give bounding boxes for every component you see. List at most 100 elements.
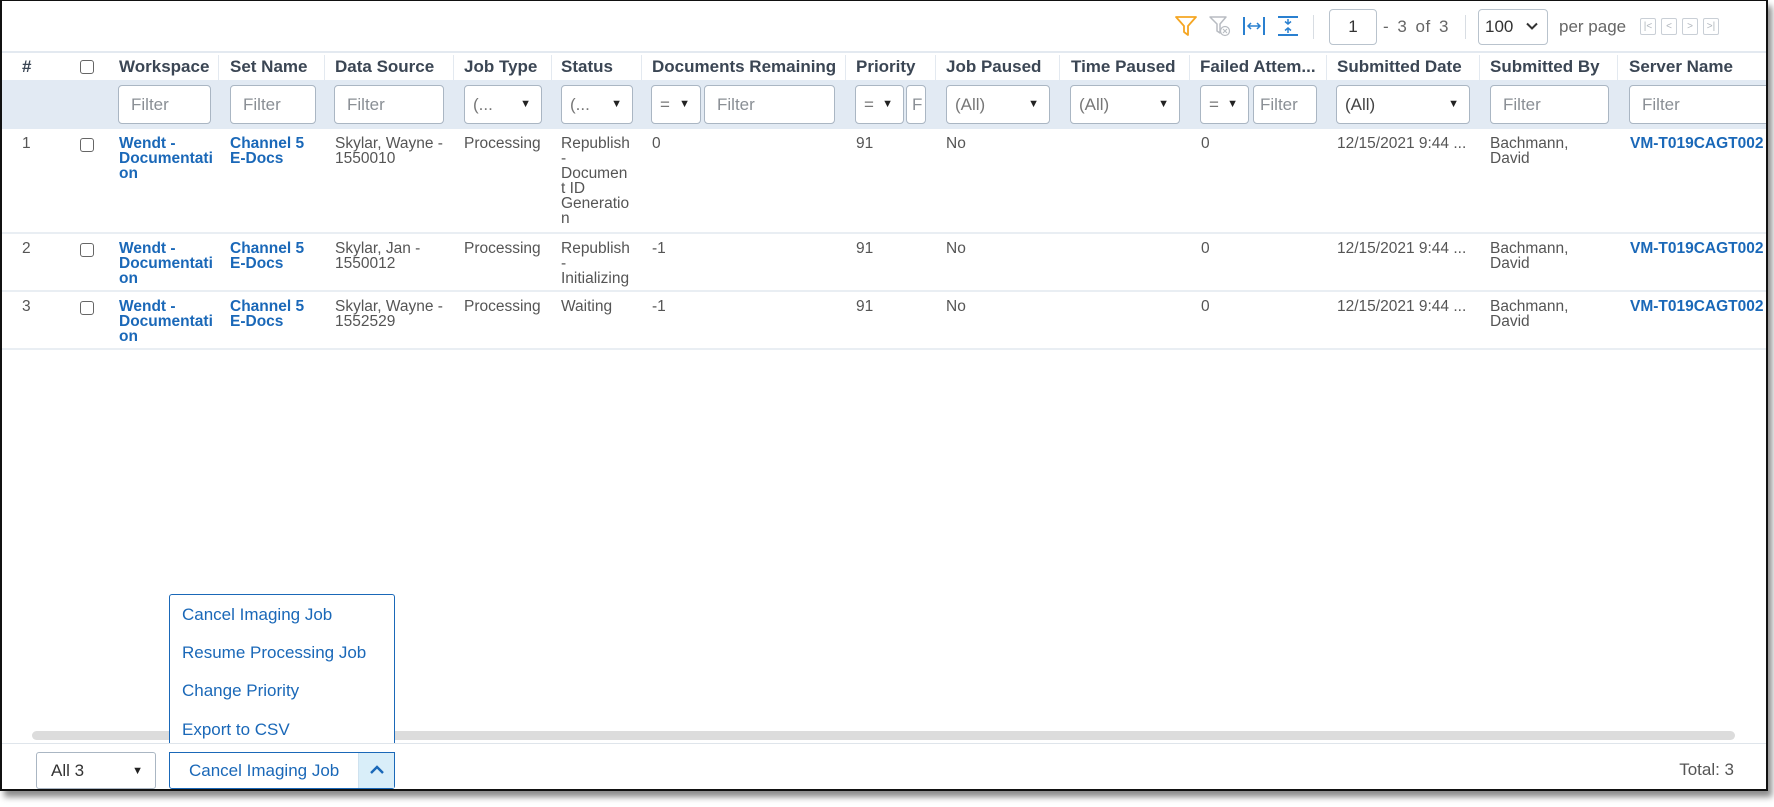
operator-value: = <box>1209 95 1219 114</box>
menu-item-resume-processing-job[interactable]: Resume Processing Job <box>182 643 366 663</box>
filter-icon[interactable] <box>1174 15 1198 37</box>
submitted-by-filter-input[interactable]: Filter <box>1490 85 1609 124</box>
cell-workspace[interactable]: Wendt - Documentati on <box>119 299 213 345</box>
job-paused-filter-select[interactable]: (All) ▼ <box>946 85 1050 124</box>
header-priority[interactable]: Priority <box>856 57 916 77</box>
cell-num: 2 <box>22 240 31 257</box>
cell-server-name[interactable]: VM-T019CAGT002 <box>1630 299 1764 315</box>
cell-job-paused: No <box>946 298 966 315</box>
table-row[interactable]: 2 Wendt - Documentati on Channel 5 E-Docs Skyl… <box>2 234 1766 292</box>
mass-action-menu: Cancel Imaging Job Resume Processing Job… <box>169 594 395 751</box>
clear-filter-icon[interactable] <box>1208 15 1232 37</box>
cell-submitted-date: 12/15/2021 9:44 ... <box>1337 240 1467 257</box>
select-all-checkbox[interactable] <box>80 60 94 74</box>
server-name-filter-input[interactable]: Filter <box>1629 85 1766 124</box>
failed-attempts-filter-input[interactable]: Filter <box>1253 85 1317 124</box>
header-divider <box>1326 55 1327 81</box>
mass-action-button[interactable]: Cancel Imaging Job <box>169 752 395 789</box>
mass-action-toggle[interactable] <box>358 753 394 788</box>
header-divider <box>1059 55 1060 81</box>
menu-item-cancel-imaging-job[interactable]: Cancel Imaging Job <box>182 605 332 625</box>
header-workspace[interactable]: Workspace <box>119 57 209 77</box>
selection-scope-value: All 3 <box>51 761 85 780</box>
documents-remaining-operator-select[interactable]: = ▼ <box>651 85 701 124</box>
table-row[interactable]: 1 Wendt - Documentati on Channel 5 E-Docs Skyl… <box>2 129 1766 234</box>
cell-set-name[interactable]: Channel 5 E-Docs <box>230 299 304 330</box>
cell-job-paused: No <box>946 240 966 257</box>
toolbar-divider <box>1465 15 1466 39</box>
next-page-button[interactable]: > <box>1682 18 1698 35</box>
last-page-icon: >| <box>1706 21 1716 32</box>
header-set-name[interactable]: Set Name <box>230 57 307 77</box>
header-divider <box>453 55 454 81</box>
priority-filter-input[interactable]: F <box>906 85 926 124</box>
page-number-input[interactable]: 1 <box>1329 9 1377 45</box>
row-checkbox[interactable] <box>80 301 94 315</box>
caret-down-icon: ▼ <box>882 98 893 110</box>
cell-submitted-date: 12/15/2021 9:44 ... <box>1337 135 1467 152</box>
fit-columns-icon[interactable] <box>1242 15 1266 37</box>
cell-submitted-by: Bachmann, David <box>1490 135 1569 167</box>
grid-toolbar: 1 - 3 of 3 100 per page |< < > >| <box>2 1 1766 51</box>
documents-remaining-filter-input[interactable]: Filter <box>704 85 835 124</box>
header-data-source[interactable]: Data Source <box>335 57 434 77</box>
header-documents-remaining[interactable]: Documents Remaining <box>652 57 836 77</box>
header-job-paused[interactable]: Job Paused <box>946 57 1041 77</box>
cell-status: Waiting <box>561 298 613 315</box>
header-job-type[interactable]: Job Type <box>464 57 537 77</box>
cell-docs-remaining: -1 <box>652 298 666 315</box>
fit-rows-icon[interactable] <box>1276 15 1300 37</box>
cell-job-type: Processing <box>464 240 541 257</box>
set-name-filter-input[interactable]: Filter <box>230 85 316 124</box>
cell-set-name[interactable]: Channel 5 E-Docs <box>230 136 304 167</box>
last-page-button[interactable]: >| <box>1703 18 1719 35</box>
cell-workspace[interactable]: Wendt - Documentati on <box>119 241 213 287</box>
cell-priority: 91 <box>856 298 874 315</box>
status-filter-select[interactable]: (... ▼ <box>561 85 633 124</box>
priority-operator-select[interactable]: = ▼ <box>855 85 904 124</box>
data-source-filter-input[interactable]: Filter <box>334 85 444 124</box>
menu-item-export-to-csv[interactable]: Export to CSV <box>182 720 290 740</box>
time-paused-filter-select[interactable]: (All) ▼ <box>1070 85 1180 124</box>
cell-server-name[interactable]: VM-T019CAGT002 <box>1630 241 1764 257</box>
header-time-paused[interactable]: Time Paused <box>1071 57 1176 77</box>
next-page-icon: > <box>1687 21 1693 32</box>
menu-item-change-priority[interactable]: Change Priority <box>182 681 299 701</box>
selection-scope-select[interactable]: All 3 ▼ <box>36 752 156 789</box>
cell-status: Republish - Documen t ID Generatio n <box>561 135 630 227</box>
caret-down-icon: ▼ <box>1028 98 1039 110</box>
header-status[interactable]: Status <box>561 57 613 77</box>
per-page-value: 100 <box>1485 17 1514 36</box>
job-type-filter-select[interactable]: (... ▼ <box>464 85 542 124</box>
cell-workspace[interactable]: Wendt - Documentati on <box>119 136 213 182</box>
header-divider <box>1479 55 1480 81</box>
cell-submitted-date: 12/15/2021 9:44 ... <box>1337 298 1467 315</box>
chevron-up-icon <box>370 765 384 774</box>
page-range-text: - 3 of 3 <box>1383 17 1449 36</box>
cell-priority: 91 <box>856 240 874 257</box>
submitted-date-filter-select[interactable]: (All) ▼ <box>1336 85 1470 124</box>
cell-submitted-by: Bachmann, David <box>1490 298 1569 330</box>
previous-page-button[interactable]: < <box>1661 18 1677 35</box>
cell-set-name[interactable]: Channel 5 E-Docs <box>230 241 304 272</box>
row-checkbox[interactable] <box>80 138 94 152</box>
header-submitted-by[interactable]: Submitted By <box>1490 57 1600 77</box>
cell-submitted-by: Bachmann, David <box>1490 240 1569 272</box>
table-row[interactable]: 3 Wendt - Documentati on Channel 5 E-Docs Skyl… <box>2 292 1766 350</box>
header-failed-attempts[interactable]: Failed Attem... <box>1200 57 1316 77</box>
workspace-filter-input[interactable]: Filter <box>118 85 211 124</box>
cell-num: 1 <box>22 135 31 152</box>
cell-failed-attempts: 0 <box>1201 298 1210 315</box>
operator-value: = <box>660 95 670 114</box>
header-divider <box>218 55 219 81</box>
mass-action-label: Cancel Imaging Job <box>189 761 340 780</box>
submitted-date-filter-value: (All) <box>1345 95 1376 114</box>
first-page-button[interactable]: |< <box>1640 18 1656 35</box>
row-checkbox[interactable] <box>80 243 94 257</box>
cell-failed-attempts: 0 <box>1201 135 1210 152</box>
header-submitted-date[interactable]: Submitted Date <box>1337 57 1462 77</box>
cell-server-name[interactable]: VM-T019CAGT002 <box>1630 136 1764 152</box>
header-server-name[interactable]: Server Name <box>1629 57 1733 77</box>
per-page-select[interactable]: 100 <box>1478 9 1548 45</box>
failed-attempts-operator-select[interactable]: = ▼ <box>1200 85 1249 124</box>
